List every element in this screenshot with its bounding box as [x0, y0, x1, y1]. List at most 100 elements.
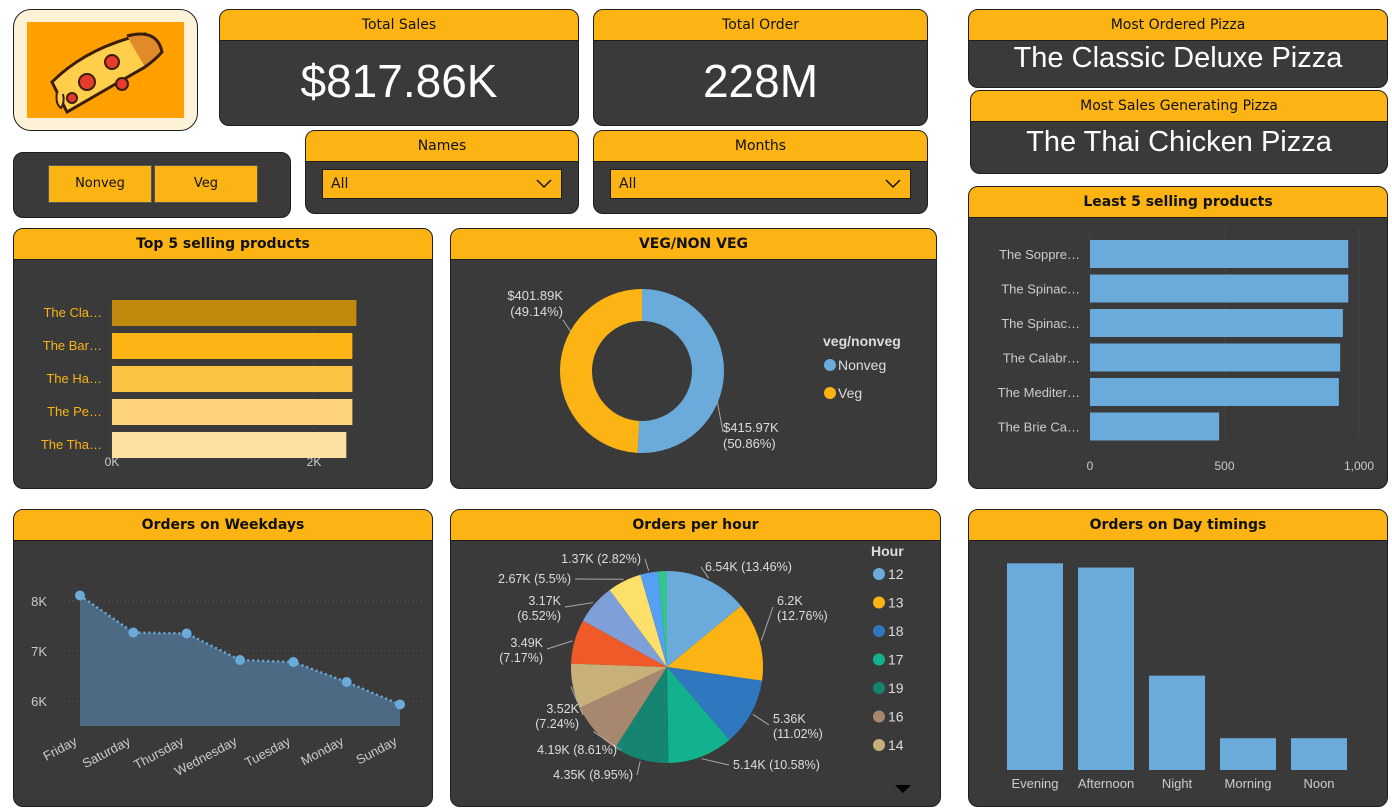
daytimes-chart-card: Orders on Day timings Evening Afternoon Ni… [968, 509, 1388, 807]
leader-line [752, 713, 770, 726]
legend-item: 14 [888, 737, 904, 753]
x-tick-label: Tuesday [242, 733, 293, 770]
chevron-down-icon [536, 179, 552, 189]
bar [1220, 738, 1276, 770]
bar [112, 432, 347, 458]
data-point [341, 677, 352, 687]
data-label: 2.67K (5.5%) [498, 572, 571, 586]
category-label: The Calabr… [1003, 351, 1080, 366]
legend-item: 13 [888, 595, 904, 611]
data-label: 1.37K (2.82%) [561, 552, 641, 566]
x-tick-label: 500 [1214, 459, 1234, 473]
bar [112, 399, 353, 425]
kpi-total-order-value: 228M [702, 55, 819, 107]
legend-dot [873, 739, 885, 751]
x-tick-label: Evening [1012, 776, 1059, 791]
x-tick-label: Friday [40, 733, 79, 763]
category-label: The Spinac… [1001, 282, 1080, 297]
toggle-nonveg-button[interactable]: Nonveg [48, 165, 152, 203]
leader-line [636, 761, 641, 776]
legend-title: Hour [871, 543, 904, 559]
names-dropdown[interactable]: All [322, 169, 562, 199]
category-label: The Mediter… [998, 385, 1080, 400]
bar [112, 333, 353, 359]
data-point [235, 655, 245, 665]
kpi-most-sales-label: Most Sales Generating Pizza [971, 91, 1387, 122]
legend-dot [824, 359, 836, 371]
hours-chart-card: Orders per hour 6.54K (13.46%) 6.2K (12.76… [450, 509, 941, 807]
pizza-slice-icon [27, 22, 184, 118]
legend-item: 19 [888, 680, 904, 696]
weekdays-chart-title: Orders on Weekdays [14, 510, 432, 541]
data-label: 3.49K [510, 636, 543, 650]
legend-dot [873, 625, 885, 637]
daytimes-chart: Evening Afternoon Night Morning Noon [1007, 563, 1347, 791]
leader-line [644, 558, 650, 571]
category-label: The Pe… [47, 404, 102, 419]
data-point [128, 627, 139, 638]
y-tick-label: 7K [31, 644, 47, 659]
bar [1090, 343, 1341, 372]
bar [1007, 563, 1063, 770]
data-label: 6.54K (13.46%) [705, 560, 792, 574]
kpi-total-sales: Total Sales $817.86K [219, 9, 579, 126]
legend-item: 18 [888, 623, 904, 639]
x-tick-label: Sunday [353, 733, 399, 767]
x-tick-label: Saturday [80, 733, 133, 771]
data-label: 5.14K (10.58%) [733, 758, 820, 772]
donut-slice-veg [560, 289, 642, 453]
legend-item: 17 [888, 652, 904, 668]
least5-chart-card: Least 5 selling products 0 500 1,000 The So… [968, 186, 1388, 489]
category-label: The Soppre… [999, 247, 1080, 262]
toggle-veg-button[interactable]: Veg [154, 165, 258, 203]
bar [1090, 412, 1220, 441]
x-tick-label: Monday [298, 733, 346, 768]
data-label: (7.24%) [535, 717, 579, 731]
bar [1090, 309, 1343, 337]
data-label: 5.36K [773, 712, 806, 726]
category-label: The Tha… [41, 437, 102, 452]
category-label: The Brie Ca… [998, 420, 1080, 435]
legend-dot [824, 387, 836, 399]
leader-line [701, 758, 730, 766]
x-tick-label: Noon [1303, 776, 1334, 791]
top5-chart: 0K 2KThe Cla…The Bar…The Ha…The Pe…The Th… [41, 300, 357, 469]
chevron-down-icon [885, 179, 901, 189]
data-point [181, 628, 192, 639]
data-point [75, 590, 85, 601]
bar [1090, 378, 1339, 406]
data-point [288, 657, 299, 667]
data-label: (50.86%) [723, 436, 776, 451]
hours-chart-title: Orders per hour [451, 510, 940, 541]
data-label: 4.35K (8.95%) [553, 768, 633, 782]
kpi-most-ordered-label: Most Ordered Pizza [969, 10, 1387, 41]
logo [13, 9, 198, 131]
legend-item: Veg [838, 385, 862, 401]
bar [112, 300, 357, 326]
legend-item: Nonveg [838, 357, 886, 373]
kpi-total-sales-label: Total Sales [220, 10, 578, 41]
data-label: $401.89K [507, 288, 563, 303]
bar [1291, 738, 1347, 770]
scroll-down-icon[interactable] [893, 783, 913, 795]
x-tick-label: Afternoon [1078, 776, 1134, 791]
leader-line [546, 640, 573, 650]
legend-item: 16 [888, 709, 904, 725]
data-label: (49.14%) [510, 304, 563, 319]
category-label: The Bar… [43, 338, 102, 353]
legend-dot [873, 682, 885, 694]
x-tick-label: 0 [1087, 459, 1094, 473]
x-tick-label: 1,000 [1344, 459, 1374, 473]
legend-dot [873, 710, 885, 723]
x-tick-label: Night [1162, 776, 1193, 791]
kpi-most-sales: Most Sales Generating Pizza The Thai Chi… [970, 90, 1388, 174]
months-dropdown[interactable]: All [610, 169, 911, 199]
data-label: 3.52K [546, 702, 579, 716]
hours-chart: 6.54K (13.46%) 6.2K(12.76%) 5.36K(11.02%) 5… [498, 543, 904, 782]
data-label: 6.2K [777, 594, 803, 608]
legend-item: 12 [888, 566, 904, 582]
bar [112, 366, 353, 392]
legend-dot [873, 653, 885, 666]
kpi-most-sales-value: The Thai Chicken Pizza [1026, 126, 1332, 158]
daytimes-chart-title: Orders on Day timings [969, 510, 1387, 541]
